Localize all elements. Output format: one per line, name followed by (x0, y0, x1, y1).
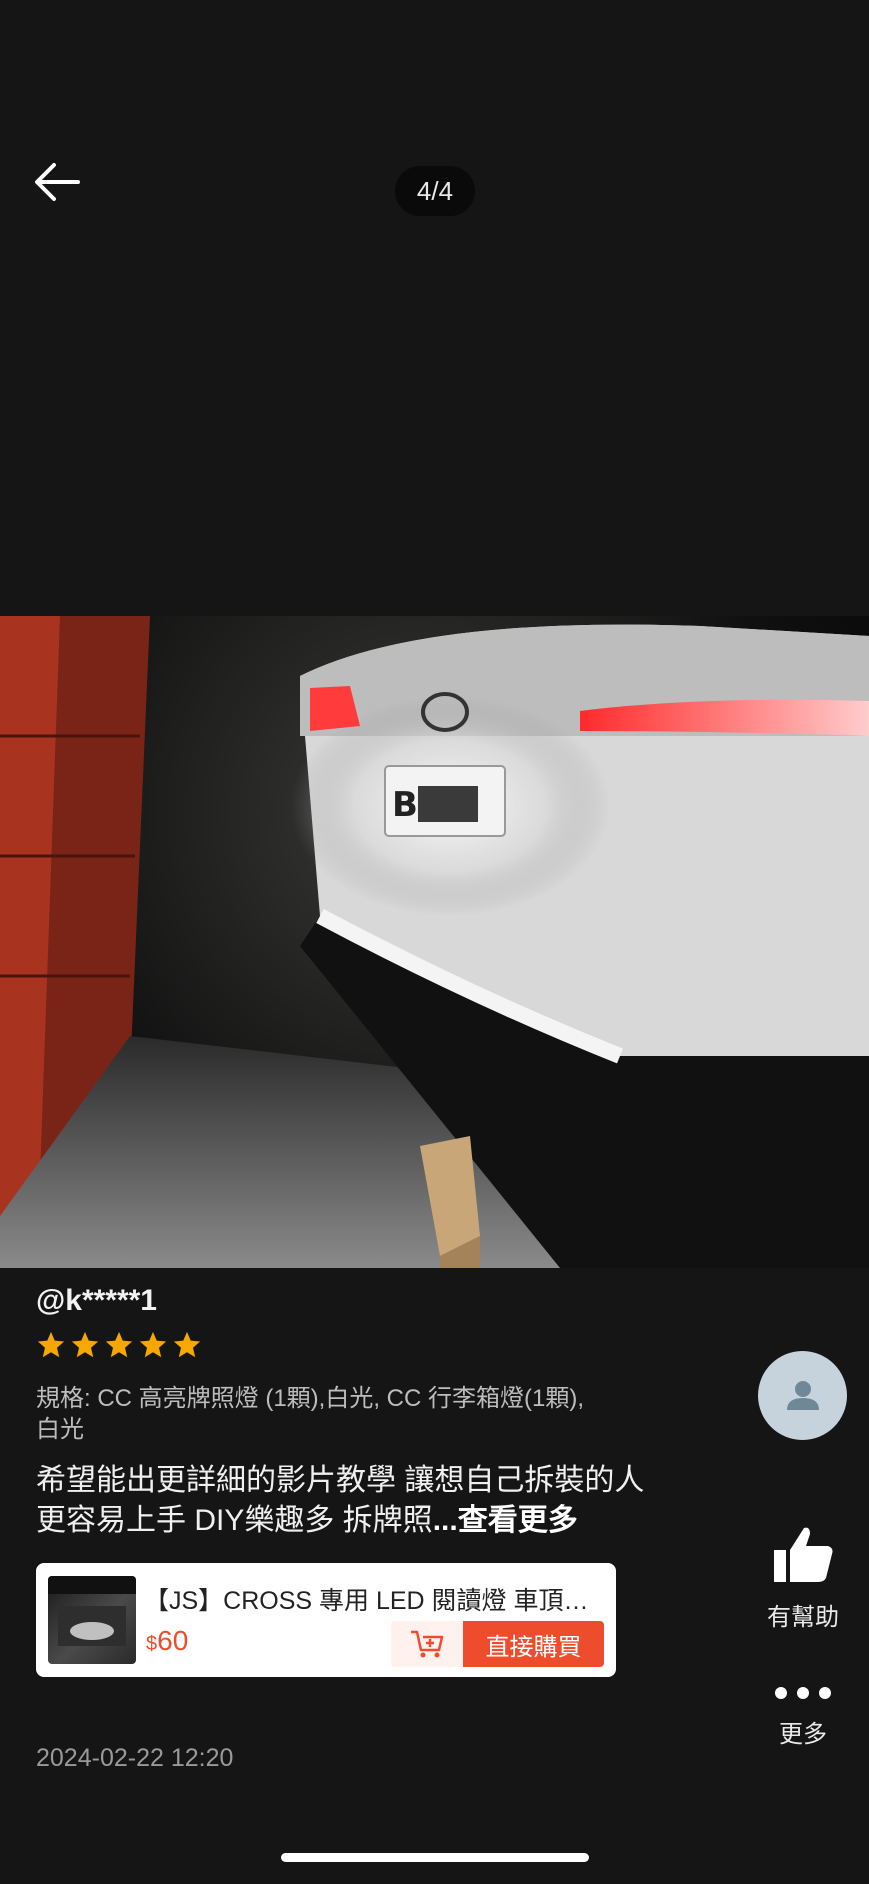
see-more-link[interactable]: ...查看更多 (433, 1504, 578, 1537)
home-indicator[interactable] (281, 1853, 589, 1862)
variation-text: 規格: CC 高亮牌照燈 (1顆),白光, CC 行李箱燈(1顆),白光 (36, 1385, 585, 1443)
helpful-button[interactable]: 有幫助 (760, 1524, 846, 1632)
price-value: 60 (157, 1625, 189, 1656)
helpful-label: 有幫助 (767, 1604, 839, 1631)
more-button[interactable]: 更多 (760, 1685, 846, 1749)
product-name: 【JS】CROSS 專用 LED 閱讀燈 車頂燈 室內燈 (144, 1587, 604, 1615)
star-icon (105, 1331, 133, 1358)
car-photo-illustration: BGK (0, 616, 869, 1268)
star-icon (71, 1331, 99, 1358)
arrow-left-icon (35, 163, 80, 201)
reviewer-username: @k*****1 (36, 1284, 157, 1317)
product-card[interactable]: 【JS】CROSS 專用 LED 閱讀燈 車頂燈 室內燈 $60 直接購買 (36, 1563, 616, 1677)
page-counter: 4/4 (395, 166, 475, 216)
add-to-cart-button[interactable] (391, 1621, 463, 1667)
add-to-cart-icon (411, 1630, 444, 1658)
rating-stars (36, 1330, 202, 1360)
product-thumbnail (48, 1576, 136, 1664)
review-text-block[interactable]: 希望能出更詳細的影片教學 讓想自己拆裝的人 更容易上手 DIY樂趣多 拆牌照..… (36, 1461, 656, 1541)
back-button[interactable] (32, 155, 88, 211)
more-dots-icon (775, 1687, 831, 1699)
review-photo[interactable]: BGK (0, 616, 869, 1268)
star-icon (173, 1331, 201, 1358)
reviewer-avatar[interactable] (758, 1351, 847, 1440)
buy-now-button[interactable]: 直接購買 (463, 1621, 604, 1667)
thumbs-up-icon (774, 1527, 833, 1582)
more-label: 更多 (779, 1721, 827, 1748)
review-date: 2024-02-22 12:20 (36, 1744, 234, 1772)
star-icon (37, 1331, 65, 1358)
price-currency: $ (146, 1633, 158, 1655)
user-icon (786, 1380, 819, 1410)
star-icon (139, 1331, 167, 1358)
product-price: $60 (146, 1625, 188, 1657)
